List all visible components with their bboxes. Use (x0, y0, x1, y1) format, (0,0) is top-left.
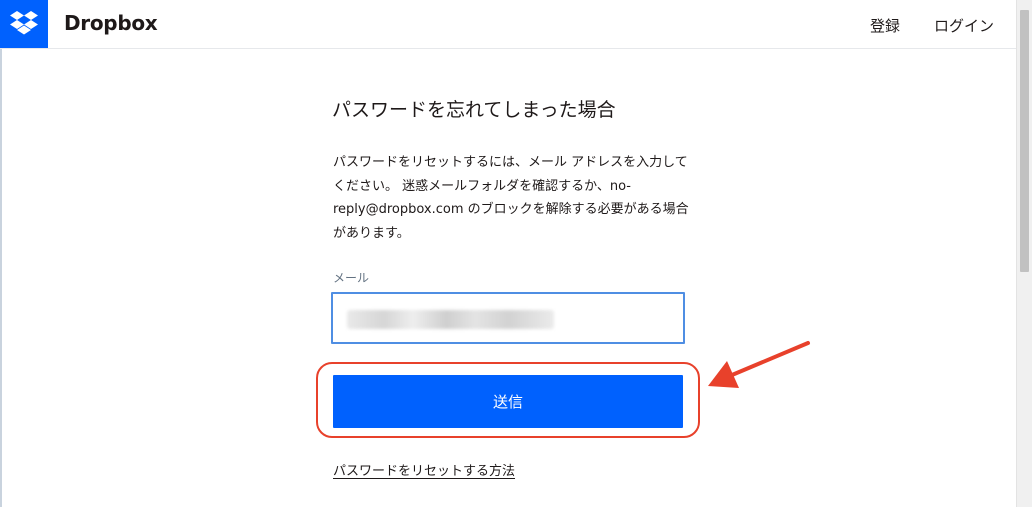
viewport: Dropbox 登録 ログイン パスワードを忘れてしまった場合 パスワードをリセ… (0, 0, 1032, 507)
instructions-text: パスワードをリセットするには、メール アドレスを入力してください。 迷惑メールフ… (333, 155, 689, 241)
brand-name[interactable]: Dropbox (64, 11, 158, 35)
vertical-scrollbar[interactable] (1016, 0, 1032, 507)
window-edge (0, 48, 2, 507)
login-link[interactable]: ログイン (934, 15, 994, 36)
submit-button[interactable]: 送信 (333, 375, 683, 428)
annotation-arrow-icon (708, 341, 810, 388)
dropbox-box-icon (10, 11, 38, 35)
register-link[interactable]: 登録 (870, 15, 900, 36)
page-title: パスワードを忘れてしまった場合 (332, 99, 616, 121)
top-header: Dropbox 登録 ログイン (0, 0, 1016, 49)
dropbox-logo[interactable] (0, 0, 48, 48)
redacted-email-blur (347, 310, 554, 329)
email-label: メール (333, 271, 370, 285)
reset-help-link[interactable]: パスワードをリセットする方法 (333, 460, 515, 479)
scrollbar-thumb[interactable] (1020, 10, 1029, 272)
